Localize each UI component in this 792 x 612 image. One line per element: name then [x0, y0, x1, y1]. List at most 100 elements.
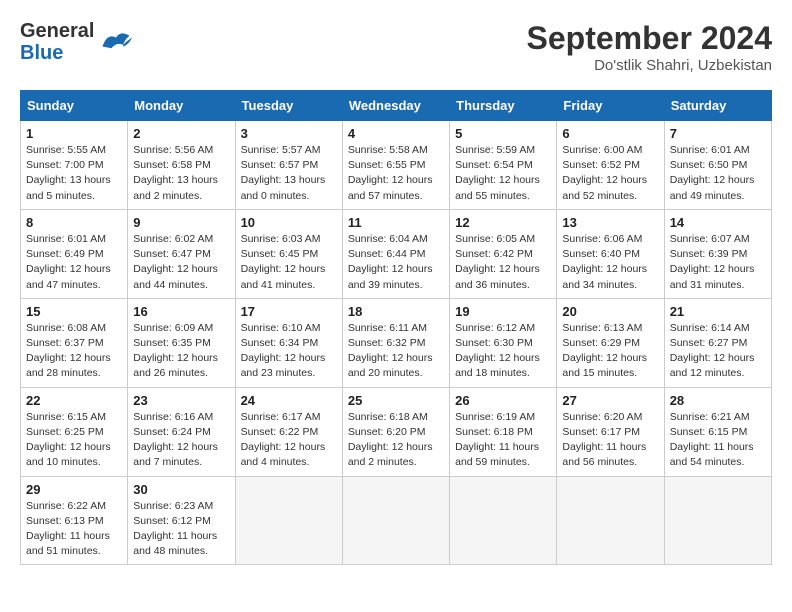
- title-block: September 2024 Do'stlik Shahri, Uzbekist…: [527, 20, 772, 74]
- day-number: 5: [455, 126, 551, 141]
- calendar-table: SundayMondayTuesdayWednesdayThursdayFrid…: [20, 90, 772, 565]
- calendar-cell: [450, 476, 557, 565]
- col-header-saturday: Saturday: [664, 91, 771, 121]
- col-header-tuesday: Tuesday: [235, 91, 342, 121]
- day-info: Sunrise: 6:08 AMSunset: 6:37 PMDaylight:…: [26, 321, 122, 382]
- day-number: 24: [241, 393, 337, 408]
- calendar-cell: 28 Sunrise: 6:21 AMSunset: 6:15 PMDayligh…: [664, 387, 771, 476]
- day-info: Sunrise: 6:10 AMSunset: 6:34 PMDaylight:…: [241, 321, 337, 382]
- col-header-wednesday: Wednesday: [342, 91, 449, 121]
- calendar-cell: 27 Sunrise: 6:20 AMSunset: 6:17 PMDayligh…: [557, 387, 664, 476]
- day-info: Sunrise: 6:14 AMSunset: 6:27 PMDaylight:…: [670, 321, 766, 382]
- day-info: Sunrise: 6:11 AMSunset: 6:32 PMDaylight:…: [348, 321, 444, 382]
- day-info: Sunrise: 6:21 AMSunset: 6:15 PMDaylight:…: [670, 410, 766, 471]
- col-header-monday: Monday: [128, 91, 235, 121]
- day-info: Sunrise: 6:17 AMSunset: 6:22 PMDaylight:…: [241, 410, 337, 471]
- day-number: 7: [670, 126, 766, 141]
- calendar-cell: 20 Sunrise: 6:13 AMSunset: 6:29 PMDayligh…: [557, 298, 664, 387]
- day-number: 29: [26, 482, 122, 497]
- day-info: Sunrise: 5:55 AMSunset: 7:00 PMDaylight:…: [26, 143, 122, 204]
- calendar-header-row: SundayMondayTuesdayWednesdayThursdayFrid…: [21, 91, 772, 121]
- day-info: Sunrise: 6:22 AMSunset: 6:13 PMDaylight:…: [26, 499, 122, 560]
- day-info: Sunrise: 6:00 AMSunset: 6:52 PMDaylight:…: [562, 143, 658, 204]
- calendar-cell: 25 Sunrise: 6:18 AMSunset: 6:20 PMDayligh…: [342, 387, 449, 476]
- day-number: 20: [562, 304, 658, 319]
- calendar-cell: 13Sunrise: 6:06 AMSunset: 6:40 PMDayligh…: [557, 209, 664, 298]
- col-header-sunday: Sunday: [21, 91, 128, 121]
- day-info: Sunrise: 6:02 AMSunset: 6:47 PMDaylight:…: [133, 232, 229, 293]
- day-number: 17: [241, 304, 337, 319]
- day-number: 9: [133, 215, 229, 230]
- calendar-cell: 2Sunrise: 5:56 AMSunset: 6:58 PMDaylight…: [128, 121, 235, 210]
- day-number: 11: [348, 215, 444, 230]
- day-info: Sunrise: 6:12 AMSunset: 6:30 PMDaylight:…: [455, 321, 551, 382]
- day-info: Sunrise: 5:57 AMSunset: 6:57 PMDaylight:…: [241, 143, 337, 204]
- day-number: 23: [133, 393, 229, 408]
- day-info: Sunrise: 6:18 AMSunset: 6:20 PMDaylight:…: [348, 410, 444, 471]
- calendar-cell: 5 Sunrise: 5:59 AMSunset: 6:54 PMDaylight…: [450, 121, 557, 210]
- calendar-cell: [664, 476, 771, 565]
- day-number: 6: [562, 126, 658, 141]
- calendar-cell: 26Sunrise: 6:19 AMSunset: 6:18 PMDayligh…: [450, 387, 557, 476]
- week-row-5: 29 Sunrise: 6:22 AMSunset: 6:13 PMDayligh…: [21, 476, 772, 565]
- day-info: Sunrise: 6:01 AMSunset: 6:50 PMDaylight:…: [670, 143, 766, 204]
- calendar-cell: 12Sunrise: 6:05 AMSunset: 6:42 PMDayligh…: [450, 209, 557, 298]
- logo: General Blue: [20, 20, 134, 64]
- month-year-title: September 2024: [527, 20, 772, 57]
- day-info: Sunrise: 6:23 AMSunset: 6:12 PMDaylight:…: [133, 499, 229, 560]
- calendar-cell: 29 Sunrise: 6:22 AMSunset: 6:13 PMDayligh…: [21, 476, 128, 565]
- day-info: Sunrise: 5:56 AMSunset: 6:58 PMDaylight:…: [133, 143, 229, 204]
- day-number: 10: [241, 215, 337, 230]
- day-number: 3: [241, 126, 337, 141]
- day-info: Sunrise: 6:07 AMSunset: 6:39 PMDaylight:…: [670, 232, 766, 293]
- day-number: 25: [348, 393, 444, 408]
- week-row-3: 15Sunrise: 6:08 AMSunset: 6:37 PMDayligh…: [21, 298, 772, 387]
- calendar-cell: 3 Sunrise: 5:57 AMSunset: 6:57 PMDaylight…: [235, 121, 342, 210]
- day-info: Sunrise: 6:16 AMSunset: 6:24 PMDaylight:…: [133, 410, 229, 471]
- day-info: Sunrise: 6:01 AMSunset: 6:49 PMDaylight:…: [26, 232, 122, 293]
- day-info: Sunrise: 5:59 AMSunset: 6:54 PMDaylight:…: [455, 143, 551, 204]
- day-info: Sunrise: 6:20 AMSunset: 6:17 PMDaylight:…: [562, 410, 658, 471]
- col-header-thursday: Thursday: [450, 91, 557, 121]
- calendar-cell: 17 Sunrise: 6:10 AMSunset: 6:34 PMDayligh…: [235, 298, 342, 387]
- calendar-cell: 11 Sunrise: 6:04 AMSunset: 6:44 PMDayligh…: [342, 209, 449, 298]
- day-info: Sunrise: 6:19 AMSunset: 6:18 PMDaylight:…: [455, 410, 551, 471]
- day-number: 16: [133, 304, 229, 319]
- day-number: 28: [670, 393, 766, 408]
- calendar-cell: 15Sunrise: 6:08 AMSunset: 6:37 PMDayligh…: [21, 298, 128, 387]
- day-number: 27: [562, 393, 658, 408]
- calendar-cell: 30 Sunrise: 6:23 AMSunset: 6:12 PMDayligh…: [128, 476, 235, 565]
- day-number: 22: [26, 393, 122, 408]
- calendar-cell: 8 Sunrise: 6:01 AMSunset: 6:49 PMDaylight…: [21, 209, 128, 298]
- day-number: 13: [562, 215, 658, 230]
- calendar-cell: 21Sunrise: 6:14 AMSunset: 6:27 PMDayligh…: [664, 298, 771, 387]
- calendar-cell: [557, 476, 664, 565]
- day-number: 30: [133, 482, 229, 497]
- col-header-friday: Friday: [557, 91, 664, 121]
- day-number: 12: [455, 215, 551, 230]
- day-info: Sunrise: 6:15 AMSunset: 6:25 PMDaylight:…: [26, 410, 122, 471]
- calendar-cell: 7 Sunrise: 6:01 AMSunset: 6:50 PMDaylight…: [664, 121, 771, 210]
- day-number: 19: [455, 304, 551, 319]
- calendar-cell: 18 Sunrise: 6:11 AMSunset: 6:32 PMDayligh…: [342, 298, 449, 387]
- week-row-1: 1 Sunrise: 5:55 AMSunset: 7:00 PMDaylight…: [21, 121, 772, 210]
- calendar-cell: [342, 476, 449, 565]
- day-number: 8: [26, 215, 122, 230]
- calendar-cell: 14 Sunrise: 6:07 AMSunset: 6:39 PMDayligh…: [664, 209, 771, 298]
- logo-bird-icon: [98, 28, 134, 56]
- week-row-4: 22 Sunrise: 6:15 AMSunset: 6:25 PMDayligh…: [21, 387, 772, 476]
- day-info: Sunrise: 6:13 AMSunset: 6:29 PMDaylight:…: [562, 321, 658, 382]
- day-number: 1: [26, 126, 122, 141]
- calendar-cell: 4Sunrise: 5:58 AMSunset: 6:55 PMDaylight…: [342, 121, 449, 210]
- day-number: 18: [348, 304, 444, 319]
- calendar-cell: 19 Sunrise: 6:12 AMSunset: 6:30 PMDayligh…: [450, 298, 557, 387]
- day-info: Sunrise: 6:09 AMSunset: 6:35 PMDaylight:…: [133, 321, 229, 382]
- day-info: Sunrise: 6:03 AMSunset: 6:45 PMDaylight:…: [241, 232, 337, 293]
- day-number: 14: [670, 215, 766, 230]
- week-row-2: 8 Sunrise: 6:01 AMSunset: 6:49 PMDaylight…: [21, 209, 772, 298]
- day-info: Sunrise: 6:04 AMSunset: 6:44 PMDaylight:…: [348, 232, 444, 293]
- calendar-cell: 24 Sunrise: 6:17 AMSunset: 6:22 PMDayligh…: [235, 387, 342, 476]
- calendar-cell: 9 Sunrise: 6:02 AMSunset: 6:47 PMDaylight…: [128, 209, 235, 298]
- calendar-cell: [235, 476, 342, 565]
- day-number: 4: [348, 126, 444, 141]
